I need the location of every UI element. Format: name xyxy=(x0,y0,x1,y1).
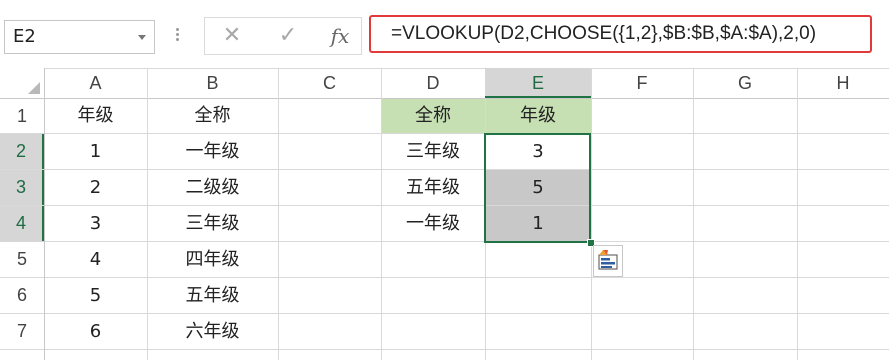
name-box-value: E2 xyxy=(13,26,36,47)
row-header-7[interactable]: 7 xyxy=(0,314,44,349)
cell-a6[interactable]: 5 xyxy=(44,278,147,313)
chevron-down-icon[interactable] xyxy=(138,35,146,40)
drag-handle-icon[interactable] xyxy=(176,26,180,48)
quick-analysis-icon xyxy=(598,250,618,270)
enter-icon[interactable]: ✓ xyxy=(275,22,301,50)
formula-input[interactable]: =VLOOKUP(D2,CHOOSE({1,2},$B:$B,$A:$A),2,… xyxy=(369,15,872,53)
cell-d3[interactable]: 五年级 xyxy=(381,170,485,205)
column-header-c[interactable]: C xyxy=(278,68,381,98)
cell-e1[interactable]: 年级 xyxy=(485,98,591,133)
cell-d4[interactable]: 一年级 xyxy=(381,206,485,241)
cancel-icon[interactable]: ✕ xyxy=(219,22,245,50)
cell-a5[interactable]: 4 xyxy=(44,242,147,277)
column-header-h[interactable]: H xyxy=(797,68,889,98)
cell-b7[interactable]: 六年级 xyxy=(147,314,278,349)
name-box[interactable]: E2 xyxy=(4,20,155,54)
cell-a7[interactable]: 6 xyxy=(44,314,147,349)
row-header-2[interactable]: 2 xyxy=(0,134,44,169)
cell-a4[interactable]: 3 xyxy=(44,206,147,241)
cell-b1[interactable]: 全称 xyxy=(147,98,278,133)
cell-b3[interactable]: 二级级 xyxy=(147,170,278,205)
spreadsheet-grid: A B C D E F G H 1 2 3 4 5 6 7 年级 1 2 3 4… xyxy=(0,68,889,360)
row-header-4[interactable]: 4 xyxy=(0,206,44,241)
cell-b2[interactable]: 一年级 xyxy=(147,134,278,169)
formula-bar: E2 ✕ ✓ fx =VLOOKUP(D2,CHOOSE({1,2},$B:$B… xyxy=(0,0,889,68)
cell-b4[interactable]: 三年级 xyxy=(147,206,278,241)
column-header-d[interactable]: D xyxy=(381,68,485,98)
cell-e3[interactable]: 5 xyxy=(485,170,591,205)
row-header-6[interactable]: 6 xyxy=(0,278,44,313)
cell-d2[interactable]: 三年级 xyxy=(381,134,485,169)
cell-e4[interactable]: 1 xyxy=(485,206,591,241)
quick-analysis-button[interactable] xyxy=(593,245,623,277)
column-header-a[interactable]: A xyxy=(44,68,147,98)
column-header-g[interactable]: G xyxy=(693,68,797,98)
row-header-5[interactable]: 5 xyxy=(0,242,44,277)
column-header-f[interactable]: F xyxy=(591,68,693,98)
cell-a3[interactable]: 2 xyxy=(44,170,147,205)
column-header-e[interactable]: E xyxy=(485,68,591,98)
cell-b6[interactable]: 五年级 xyxy=(147,278,278,313)
cell-d1[interactable]: 全称 xyxy=(381,98,485,133)
cell-a2[interactable]: 1 xyxy=(44,134,147,169)
row-header-3[interactable]: 3 xyxy=(0,170,44,205)
cell-e2[interactable]: 3 xyxy=(485,134,591,169)
column-header-b[interactable]: B xyxy=(147,68,278,98)
formula-buttons: ✕ ✓ fx xyxy=(204,17,362,55)
row-header-1[interactable]: 1 xyxy=(0,99,44,133)
cell-b5[interactable]: 四年级 xyxy=(147,242,278,277)
insert-function-icon[interactable]: fx xyxy=(327,22,353,50)
cell-a1[interactable]: 年级 xyxy=(44,98,147,133)
select-all-corner[interactable] xyxy=(0,68,44,98)
